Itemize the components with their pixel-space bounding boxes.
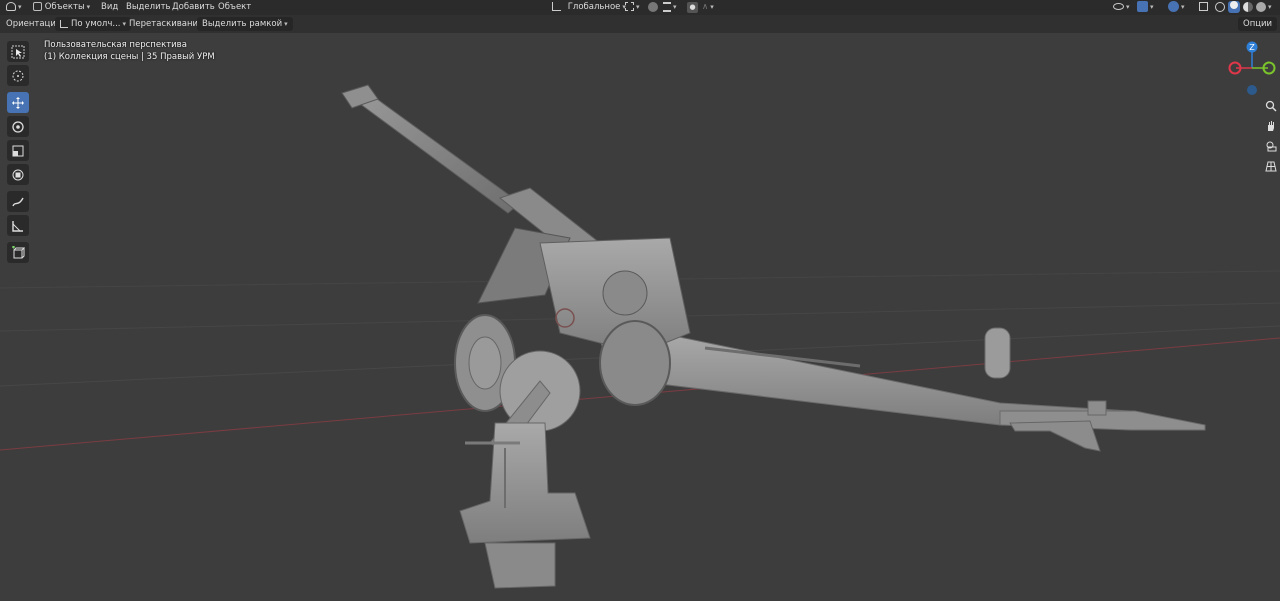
wireframe-sphere-icon (1215, 1, 1225, 12)
orientation-axes-icon (60, 19, 68, 28)
select-box-tool[interactable] (7, 41, 29, 62)
tool-settings-bar: Ориентация: По умолч... ▾ Перетаскивание:… (0, 15, 1280, 33)
chevron-down-icon: ▾ (284, 20, 288, 28)
move-tool[interactable] (7, 92, 29, 113)
rotate-icon (12, 120, 24, 133)
transform-orientation-dropdown[interactable]: Глобальное ▾ (552, 1, 626, 14)
chevron-down-icon: ▾ (86, 3, 91, 11)
hand-icon (1268, 121, 1274, 131)
orientation-dropdown[interactable]: По умолч... ▾ (55, 17, 132, 31)
visibility-button[interactable]: ▾ (1113, 1, 1130, 14)
measure-tool[interactable] (7, 215, 29, 236)
shading-material-button[interactable] (1243, 1, 1253, 14)
solid-sphere-icon (1228, 1, 1240, 13)
crosshair-icon (12, 70, 24, 81)
gizmo-icon (1137, 1, 1148, 12)
add-cube-tool[interactable] (7, 242, 29, 263)
z-axis-label: Z (1249, 43, 1255, 52)
cube-add-icon (12, 245, 25, 258)
drag-value: Выделить рамкой (202, 19, 283, 29)
snap-increment-icon (663, 1, 671, 12)
xray-icon (1199, 2, 1208, 11)
shading-rendered-button[interactable]: ▾ (1256, 1, 1272, 14)
neg-z-axis-handle[interactable] (1247, 85, 1257, 95)
proportional-edit-icon: ● (687, 2, 698, 13)
eye-icon (1113, 3, 1124, 10)
cursor-box-icon (11, 45, 25, 58)
zoom-icon (1265, 100, 1277, 112)
chevron-down-icon: ▾ (122, 20, 127, 28)
rotate-tool[interactable] (7, 116, 29, 137)
viewport-header: ▾ Объекты ▾ Вид Выделить Добавить Объект … (0, 0, 1280, 15)
gizmo-toggle[interactable]: ▾ (1137, 1, 1154, 14)
pivot-point-button[interactable]: ▾ (625, 1, 640, 14)
chevron-down-icon: ▾ (710, 3, 714, 11)
overlays-icon (1168, 1, 1179, 12)
rendered-sphere-icon (1256, 1, 1266, 12)
transform-icon (12, 169, 24, 180)
snap-toggle[interactable] (648, 1, 658, 14)
overlays-toggle[interactable]: ▾ (1168, 1, 1185, 14)
falloff-curve-icon: ∧ (702, 2, 709, 12)
move-arrows-icon (12, 96, 24, 109)
editor-type-icon (6, 2, 16, 11)
3d-viewport[interactable]: Пользовательская перспектива (1) Коллекц… (0, 33, 1280, 601)
shading-wireframe-button[interactable] (1215, 1, 1225, 14)
pencil-icon (12, 197, 24, 206)
editor-type-button[interactable]: ▾ (6, 1, 22, 14)
falloff-button[interactable]: ∧ ▾ (702, 1, 714, 14)
chevron-down-icon: ▾ (673, 3, 677, 11)
chevron-down-icon: ▾ (1181, 3, 1185, 11)
menu-select[interactable]: Выделить (126, 1, 171, 14)
perspective-toggle-button[interactable] (1262, 157, 1280, 175)
pan-button[interactable] (1262, 117, 1280, 135)
chevron-down-icon: ▾ (636, 3, 640, 11)
magnet-icon (648, 1, 658, 12)
drag-dropdown[interactable]: Выделить рамкой ▾ (197, 17, 293, 31)
scale-tool[interactable] (7, 140, 29, 161)
orientation-value: По умолч... (71, 19, 121, 29)
chevron-down-icon: ▾ (1268, 3, 1272, 11)
scale-icon (12, 145, 24, 156)
camera-view-button[interactable] (1262, 137, 1280, 155)
xray-toggle[interactable] (1199, 1, 1208, 14)
options-label: Опции (1243, 19, 1273, 29)
grid-icon (1265, 161, 1277, 172)
shading-solid-button[interactable] (1228, 1, 1240, 14)
howitzer-model[interactable] (341, 84, 1206, 589)
cursor-tool[interactable] (7, 65, 29, 86)
chevron-down-icon: ▾ (1126, 3, 1130, 11)
viewport-collection-label: (1) Коллекция сцены | 35 Правый УРМ (44, 52, 215, 62)
menu-view[interactable]: Вид (101, 1, 118, 14)
proportional-edit-toggle[interactable]: ● (687, 1, 698, 14)
mode-dropdown[interactable]: Объекты ▾ (33, 1, 90, 14)
pivot-icon (625, 2, 634, 11)
transform-tool[interactable] (7, 164, 29, 185)
chevron-down-icon: ▾ (18, 3, 22, 11)
scene-render (0, 84, 1280, 589)
ruler-icon (12, 220, 23, 232)
camera-icon (1266, 141, 1277, 152)
options-dropdown[interactable]: Опции (1238, 17, 1278, 31)
zoom-button[interactable] (1262, 97, 1280, 115)
menu-object[interactable]: Объект (218, 1, 251, 14)
annotate-tool[interactable] (7, 191, 29, 212)
mode-label: Объекты (44, 2, 85, 12)
orientation-axes-icon (552, 2, 561, 11)
snap-target-button[interactable]: ▾ (663, 1, 677, 14)
drag-label: Перетаскивание: (129, 19, 207, 29)
object-mode-icon (33, 2, 42, 11)
transform-orientation-label: Глобальное (567, 2, 621, 12)
menu-add[interactable]: Добавить (172, 1, 215, 14)
material-sphere-icon (1243, 1, 1253, 12)
viewport-perspective-label: Пользовательская перспектива (44, 40, 187, 50)
chevron-down-icon: ▾ (1150, 3, 1154, 11)
